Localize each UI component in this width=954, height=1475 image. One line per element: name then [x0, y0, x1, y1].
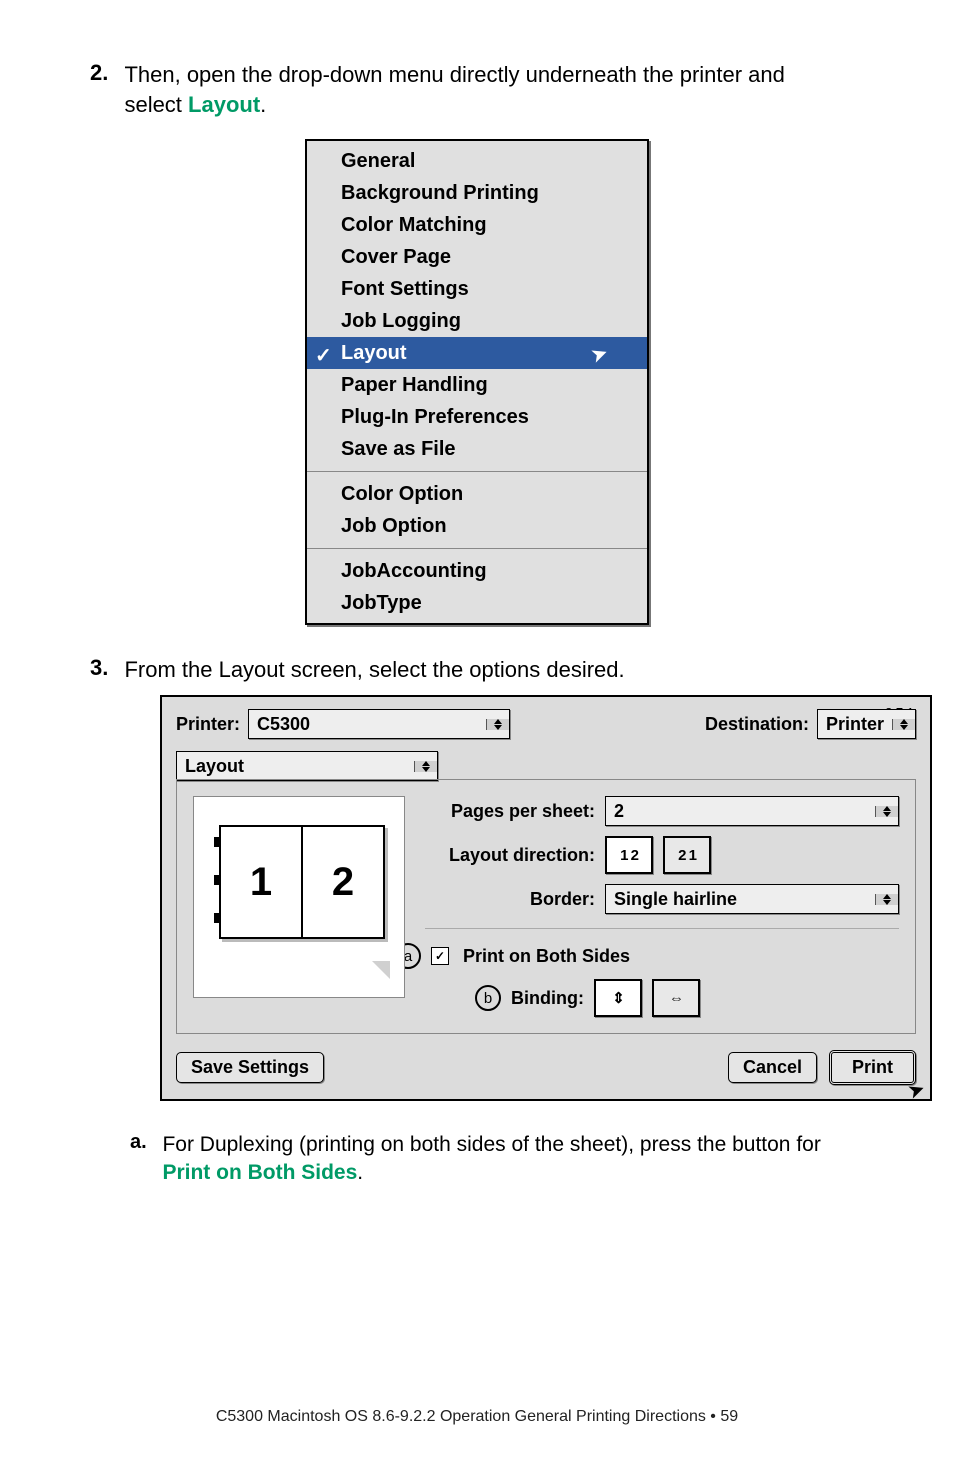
pages-per-sheet-select[interactable]: 2	[605, 796, 899, 826]
menu-item-color-option[interactable]: Color Option	[307, 478, 647, 510]
substep-a-number: a.	[130, 1131, 158, 1154]
marker-b: b	[475, 985, 501, 1011]
print-dialog: 8.7.1 Printer: C5300 Destination: Printe…	[160, 695, 932, 1101]
menu-item-color-matching[interactable]: Color Matching	[307, 209, 647, 241]
updown-icon	[414, 761, 437, 772]
highlight-both-sides: Print on Both Sides	[162, 1161, 357, 1184]
menu-item-layout[interactable]: ✓ Layout ➤	[307, 337, 647, 369]
updown-icon	[892, 719, 915, 730]
destination-label: Destination:	[705, 714, 809, 735]
check-icon: ✓	[315, 341, 332, 371]
binding-long-edge-button[interactable]: ⇕	[594, 979, 642, 1017]
print-both-sides-label: Print on Both Sides	[463, 946, 630, 967]
border-select[interactable]: Single hairline	[605, 884, 899, 914]
layout-direction-label: Layout direction:	[425, 845, 595, 866]
step-3-number: 3.	[90, 655, 120, 681]
save-settings-button[interactable]: Save Settings	[176, 1052, 324, 1083]
updown-icon	[486, 719, 509, 730]
menu-item-jobaccounting[interactable]: JobAccounting	[307, 555, 647, 587]
menu-item-job-logging[interactable]: Job Logging	[307, 305, 647, 337]
dropdown-menu: General Background Printing Color Matchi…	[305, 139, 649, 625]
binding-label: Binding:	[511, 988, 584, 1009]
section-select[interactable]: Layout	[176, 751, 438, 781]
step-2-number: 2.	[90, 60, 120, 86]
print-button[interactable]: Print	[829, 1050, 916, 1085]
print-both-sides-checkbox[interactable]: ✓	[431, 947, 449, 965]
menu-item-job-option[interactable]: Job Option	[307, 510, 647, 542]
updown-icon	[875, 806, 898, 817]
menu-item-general[interactable]: General	[307, 145, 647, 177]
printer-label: Printer:	[176, 714, 240, 735]
cursor-icon: ➤	[906, 1078, 927, 1103]
layout-direction-12-button[interactable]: 1 2	[605, 836, 653, 874]
cursor-icon: ➤	[588, 340, 611, 371]
menu-item-jobtype[interactable]: JobType	[307, 587, 647, 619]
updown-icon	[875, 894, 898, 905]
page-footer: C5300 Macintosh OS 8.6-9.2.2 Operation G…	[90, 1408, 864, 1426]
menu-item-save-as-file[interactable]: Save as File	[307, 433, 647, 465]
substep-a-text: For Duplexing (printing on both sides of…	[162, 1131, 832, 1188]
cancel-button[interactable]: Cancel	[728, 1052, 817, 1083]
pages-per-sheet-label: Pages per sheet:	[425, 801, 595, 822]
menu-item-paper-handling[interactable]: Paper Handling	[307, 369, 647, 401]
menu-item-font-settings[interactable]: Font Settings	[307, 273, 647, 305]
menu-item-plugin-prefs[interactable]: Plug-In Preferences	[307, 401, 647, 433]
layout-preview: 1 2	[193, 796, 405, 998]
highlight-layout: Layout	[188, 92, 260, 117]
layout-direction-21-button[interactable]: 2 1	[663, 836, 711, 874]
border-label: Border:	[425, 889, 595, 910]
step-3-text: From the Layout screen, select the optio…	[124, 655, 844, 685]
step-2-text: Then, open the drop-down menu directly u…	[124, 60, 844, 119]
printer-select[interactable]: C5300	[248, 709, 510, 739]
menu-item-background-printing[interactable]: Background Printing	[307, 177, 647, 209]
binding-short-edge-button[interactable]: ⇔	[652, 979, 700, 1017]
destination-select[interactable]: Printer	[817, 709, 916, 739]
menu-item-cover-page[interactable]: Cover Page	[307, 241, 647, 273]
